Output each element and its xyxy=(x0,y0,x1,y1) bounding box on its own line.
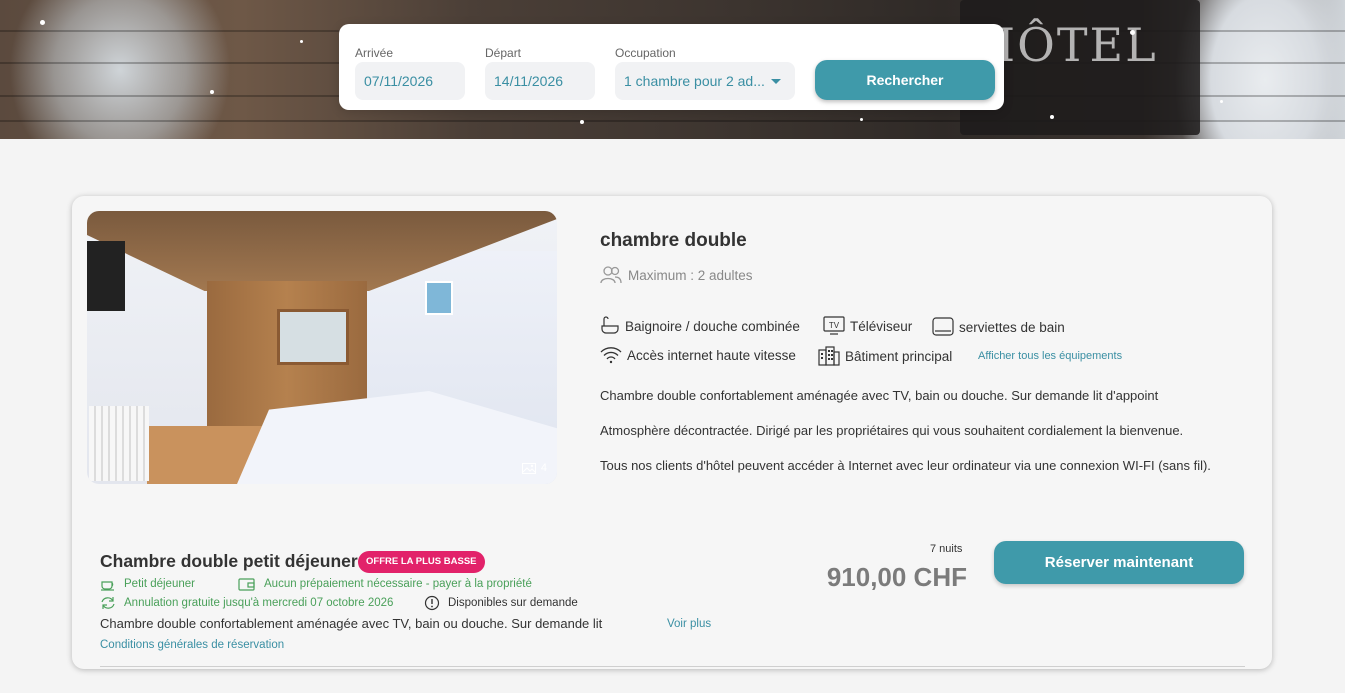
rate-description: Chambre double confortablement aménagée … xyxy=(100,616,603,631)
room-description-1: Chambre double confortablement aménagée … xyxy=(600,388,1159,403)
tv-icon: TV xyxy=(823,316,845,335)
building-icon xyxy=(818,346,840,366)
users-icon xyxy=(600,266,622,284)
amenity-towels: serviettes de bain xyxy=(932,316,1065,338)
chevron-down-icon xyxy=(771,79,781,84)
max-occupancy-text: Maximum : 2 adultes xyxy=(628,267,753,283)
max-occupancy: Maximum : 2 adultes xyxy=(600,266,753,284)
prepayment-text: Aucun prépaiement nécessaire - payer à l… xyxy=(264,578,532,590)
departure-label: Départ xyxy=(485,46,522,60)
nights-count: 7 nuits xyxy=(930,543,963,555)
bathtub-icon xyxy=(601,316,619,334)
photo-count-value: 4 xyxy=(540,462,547,474)
arrival-label: Arrivée xyxy=(355,46,394,60)
amenity-building: Bâtiment principal xyxy=(818,346,952,366)
photo-painting xyxy=(425,281,453,315)
coffee-cup-icon xyxy=(101,581,114,591)
photo-window xyxy=(277,309,349,365)
amenity-label: Bâtiment principal xyxy=(845,348,953,364)
cancellation-text: Annulation gratuite jusqu'à mercredi 07 … xyxy=(124,597,394,609)
snowflake xyxy=(580,120,584,124)
occupation-value: 1 chambre pour 2 ad... xyxy=(624,73,765,89)
amenity-wifi: Accès internet haute vitesse xyxy=(600,346,796,364)
gallery-icon xyxy=(521,462,536,474)
search-button[interactable]: Rechercher xyxy=(815,60,995,100)
tv-icon-text: TV xyxy=(829,321,840,330)
amenity-label: Téléviseur xyxy=(850,318,913,334)
photo-tv xyxy=(87,241,125,311)
photo-count[interactable]: 4 xyxy=(521,462,547,474)
room-description-2: Atmosphère décontractée. Dirigé par les … xyxy=(600,423,1184,438)
occupation-select[interactable]: 1 chambre pour 2 ad... xyxy=(615,62,795,100)
breakfast-text: Petit déjeuner xyxy=(124,578,195,590)
amenity-label: Accès internet haute vitesse xyxy=(627,347,796,363)
lowest-offer-badge: OFFRE LA PLUS BASSE xyxy=(358,551,485,573)
room-title: chambre double xyxy=(600,230,747,251)
see-more-link[interactable]: Voir plus xyxy=(667,618,711,630)
search-bar: Arrivée 07/11/2026 Départ 14/11/2026 Occ… xyxy=(339,24,1004,110)
snowflake xyxy=(1050,115,1054,119)
divider xyxy=(100,666,1245,667)
wallet-icon xyxy=(238,578,255,591)
photo-radiator xyxy=(89,406,149,481)
departure-date-field[interactable]: 14/11/2026 xyxy=(485,62,595,100)
snowflake xyxy=(210,90,214,94)
amenity-label: Baignoire / douche combinée xyxy=(625,318,800,334)
info-icon xyxy=(424,595,440,611)
room-description-3: Tous nos clients d'hôtel peuvent accéder… xyxy=(600,458,1211,473)
occupation-label: Occupation xyxy=(615,46,676,60)
arrival-date-field[interactable]: 07/11/2026 xyxy=(355,62,465,100)
terms-link[interactable]: Conditions générales de réservation xyxy=(100,639,284,651)
amenity-tv: TV Téléviseur xyxy=(823,316,912,336)
prepayment-condition: Aucun prépaiement nécessaire - payer à l… xyxy=(238,577,532,591)
wifi-icon xyxy=(600,347,622,364)
snowflake xyxy=(1130,30,1135,35)
availability-text: Disponibles sur demande xyxy=(448,597,578,609)
refresh-icon xyxy=(101,597,115,609)
book-now-button[interactable]: Réserver maintenant xyxy=(994,541,1244,584)
amenity-bathtub: Baignoire / douche combinée xyxy=(600,316,800,336)
breakfast-condition: Petit déjeuner xyxy=(100,577,195,591)
snowflake xyxy=(1220,100,1223,103)
show-all-amenities-link[interactable]: Afficher tous les équipements xyxy=(978,350,1122,362)
towel-icon xyxy=(932,317,954,336)
cancellation-condition: Annulation gratuite jusqu'à mercredi 07 … xyxy=(100,596,393,610)
room-photo[interactable]: 4 xyxy=(87,211,557,484)
room-card: 4 chambre double Maximum : 2 adultes Bai… xyxy=(72,196,1272,669)
snowflake xyxy=(40,20,45,25)
snowflake xyxy=(860,118,863,121)
snowflake xyxy=(300,40,303,43)
total-price: 910,00 CHF xyxy=(826,562,967,592)
amenity-label: serviettes de bain xyxy=(959,319,1065,335)
availability-condition: Disponibles sur demande xyxy=(424,595,578,611)
rate-title: Chambre double petit déjeuner xyxy=(100,551,358,571)
